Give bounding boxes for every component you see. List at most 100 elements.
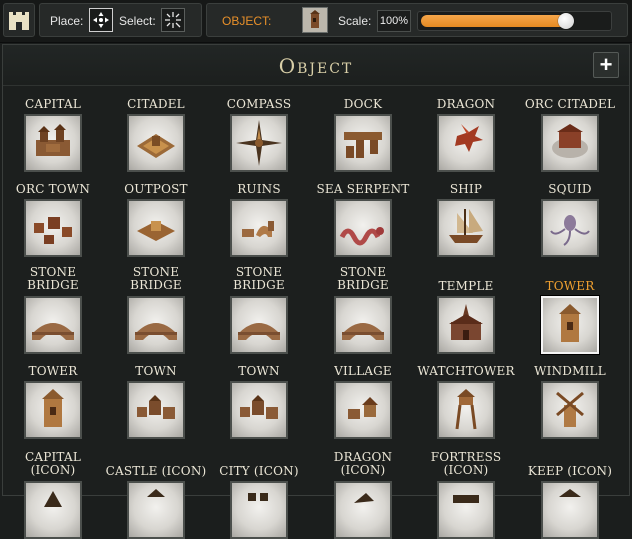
tile-thumbnail[interactable]: [541, 381, 599, 439]
temple-icon: [449, 304, 483, 340]
tile-label: Village: [334, 364, 392, 378]
scale-label: Scale:: [338, 14, 372, 28]
tile-label: Citadel: [127, 97, 185, 111]
select-tool-button[interactable]: [161, 8, 185, 32]
village-icon: [348, 397, 378, 419]
tile-label: Temple: [438, 279, 494, 293]
tile-label: Stone Bridge: [233, 265, 285, 292]
tile-thumbnail[interactable]: [24, 481, 82, 539]
tile-label: Fortress (Icon): [430, 450, 502, 477]
tile-label: Dragon (Icon): [333, 450, 393, 477]
tile-label: Compass: [226, 97, 292, 111]
logo-button[interactable]: [3, 3, 35, 37]
tile-thumbnail[interactable]: [230, 481, 288, 539]
tile-label: Watchtower: [417, 364, 515, 378]
keep-symbol-icon: [559, 489, 581, 497]
windmill-icon: [556, 391, 584, 427]
dock-icon: [344, 132, 382, 158]
sparkle-select-icon: [165, 12, 181, 28]
tile-thumbnail[interactable]: [127, 481, 185, 539]
tile-label: Squid: [548, 182, 592, 196]
tile-thumbnail[interactable]: [230, 381, 288, 439]
tower-icon: [559, 304, 581, 342]
tile-thumbnail[interactable]: [334, 296, 392, 354]
tile-thumbnail[interactable]: [334, 199, 392, 257]
tile-thumbnail[interactable]: [127, 296, 185, 354]
watchtower-icon: [455, 389, 477, 430]
tile-thumbnail[interactable]: [24, 114, 82, 172]
outpost-icon: [137, 221, 175, 241]
object-grid: Capital Citadel Compass Dock Dragon Orc Citad…: [3, 45, 629, 539]
tile-label: Town: [135, 364, 177, 378]
tile-thumbnail[interactable]: [541, 296, 599, 354]
orc-citadel-icon: [552, 124, 588, 158]
tile-label: Outpost: [124, 182, 188, 196]
city-symbol-icon: [248, 493, 268, 501]
place-label: Place:: [50, 14, 84, 28]
place-tool-button[interactable]: [89, 8, 113, 32]
tower-preview-icon: [310, 10, 320, 28]
tile-label: Ruins: [237, 182, 281, 196]
tile-thumbnail[interactable]: [334, 114, 392, 172]
tile-label: Castle (Icon): [105, 464, 207, 478]
castle-logo-icon: [9, 12, 29, 30]
tile-thumbnail[interactable]: [127, 199, 185, 257]
tile-label: Sea Serpent: [316, 182, 410, 196]
tile-label: Tower: [545, 279, 595, 293]
tile-thumbnail[interactable]: [541, 481, 599, 539]
tile-thumbnail[interactable]: [24, 199, 82, 257]
tile-thumbnail[interactable]: [24, 381, 82, 439]
sea-serpent-icon: [339, 227, 384, 246]
tile-label: Dragon: [436, 97, 496, 111]
castle-symbol-icon: [147, 489, 165, 497]
tile-thumbnail[interactable]: [437, 481, 495, 539]
tile-label: Windmill: [534, 364, 606, 378]
move-crosshair-icon: [93, 12, 109, 28]
scale-slider[interactable]: [417, 11, 612, 31]
stone-bridge-icon: [238, 323, 280, 340]
tile-thumbnail[interactable]: [437, 199, 495, 257]
dragon-icon: [455, 124, 483, 152]
ruins-icon: [242, 221, 274, 237]
fortress-symbol-icon: [453, 495, 479, 503]
top-toolbar: Place: Select: OBJECT: Scale: 100%: [0, 0, 632, 43]
tile-label: Keep (Icon): [527, 464, 613, 478]
tile-label: Orc Citadel: [524, 97, 616, 111]
tile-thumbnail[interactable]: [437, 296, 495, 354]
tile-label: City (Icon): [219, 464, 299, 478]
stone-bridge-icon: [135, 323, 177, 340]
scale-slider-fill: [421, 15, 567, 27]
ship-icon: [449, 209, 483, 243]
town-icon: [137, 395, 175, 419]
tile-thumbnail[interactable]: [230, 199, 288, 257]
scale-slider-thumb[interactable]: [558, 13, 574, 29]
tile-label: Ship: [449, 182, 483, 196]
tile-thumbnail[interactable]: [230, 296, 288, 354]
tile-label: Town: [238, 364, 280, 378]
object-label: OBJECT:: [222, 14, 272, 28]
squid-icon: [550, 215, 590, 246]
tile-thumbnail[interactable]: [437, 381, 495, 439]
town-icon: [240, 395, 278, 419]
compass-rose-icon: [236, 120, 282, 166]
orc-town-icon: [34, 217, 72, 244]
tile-thumbnail[interactable]: [230, 114, 288, 172]
tile-label: Stone Bridge: [130, 265, 182, 292]
select-label: Select:: [119, 14, 156, 28]
object-preview-button[interactable]: [302, 7, 328, 33]
tile-thumbnail[interactable]: [127, 114, 185, 172]
tile-thumbnail[interactable]: [541, 199, 599, 257]
object-group: OBJECT: Scale: 100%: [206, 3, 628, 37]
tile-label: Stone Bridge: [337, 265, 389, 292]
tile-thumbnail[interactable]: [334, 481, 392, 539]
tile-thumbnail[interactable]: [437, 114, 495, 172]
tile-thumbnail[interactable]: [127, 381, 185, 439]
citadel-icon: [137, 134, 175, 158]
tile-thumbnail[interactable]: [24, 296, 82, 354]
capital-symbol-icon: [44, 491, 62, 507]
tile-thumbnail[interactable]: [541, 114, 599, 172]
stone-bridge-icon: [32, 323, 74, 340]
object-panel: Object + Capital Citadel Compass Dock Dragon…: [2, 44, 630, 539]
tile-thumbnail[interactable]: [334, 381, 392, 439]
tower-icon: [42, 389, 64, 427]
